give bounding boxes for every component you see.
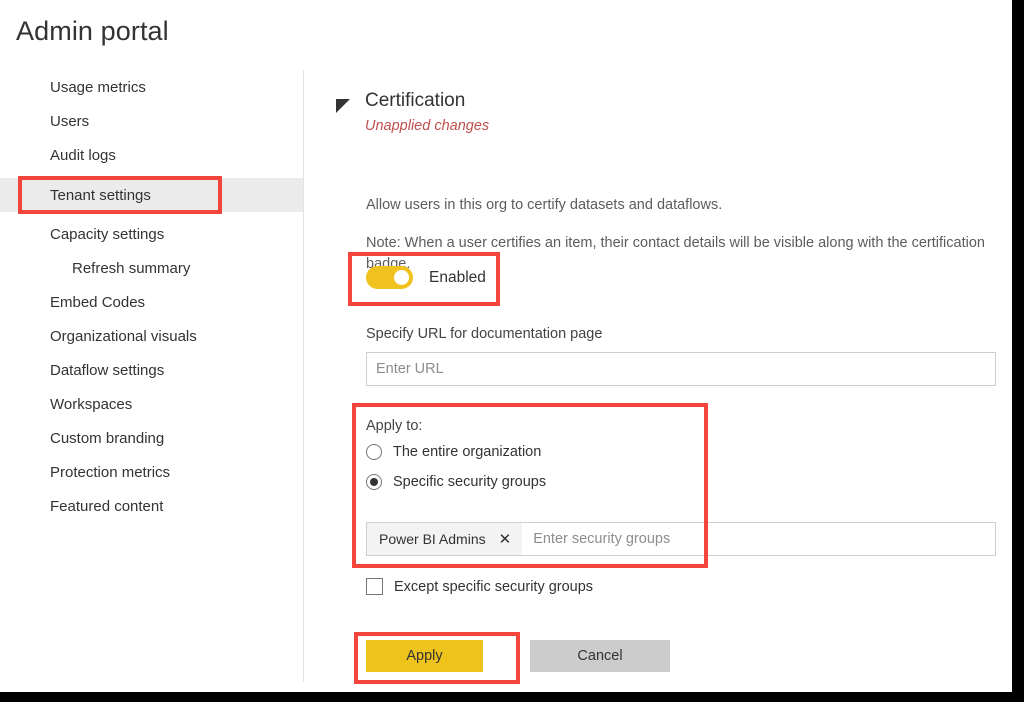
sidebar-item-label: Organizational visuals (50, 327, 197, 345)
security-group-token-label: Power BI Admins (379, 531, 486, 547)
sidebar-item-label: Users (50, 112, 90, 130)
setting-detail-panel: Certification Unapplied changes Allow us… (304, 70, 1012, 682)
sidebar-item-workspaces[interactable]: Workspaces (0, 387, 304, 421)
sidebar-item-label: Workspaces (50, 395, 133, 413)
checkbox-unchecked-icon[interactable] (366, 578, 383, 595)
sidebar-item-label: Tenant settings (50, 186, 151, 204)
radio-circle-selected-icon[interactable] (366, 474, 382, 490)
setting-header[interactable]: Certification Unapplied changes (336, 90, 489, 137)
admin-portal-page: Admin portal Usage metrics Users Audit l… (0, 0, 1024, 702)
triangle-expanded-icon[interactable] (336, 99, 350, 113)
apply-to-label: Apply to: (366, 418, 423, 434)
sidebar-item-featured-content[interactable]: Featured content (0, 489, 304, 523)
sidebar-item-capacity-settings[interactable]: Capacity settings (0, 217, 304, 251)
radio-circle-icon[interactable] (366, 444, 382, 460)
sidebar-item-refresh-summary[interactable]: Refresh summary (0, 251, 304, 285)
unapplied-changes-status: Unapplied changes (365, 118, 490, 134)
sidebar-item-label: Refresh summary (72, 259, 191, 277)
close-icon[interactable]: ✕ (499, 532, 512, 547)
radio-entire-organization[interactable]: The entire organization (366, 444, 541, 460)
sidebar-item-label: Audit logs (50, 146, 116, 164)
sidebar-item-label: Featured content (50, 497, 164, 515)
except-security-groups-label: Except specific security groups (394, 578, 594, 595)
enabled-toggle[interactable] (366, 266, 413, 289)
sidebar-item-organizational-visuals[interactable]: Organizational visuals (0, 319, 304, 353)
sidebar-item-tenant-settings[interactable]: Tenant settings (0, 178, 304, 212)
apply-button[interactable]: Apply (366, 640, 483, 672)
url-field-label: Specify URL for documentation page (366, 326, 603, 342)
security-groups-picker[interactable]: Power BI Admins ✕ Enter security groups (366, 522, 996, 556)
enabled-toggle-row[interactable]: Enabled (366, 266, 486, 289)
sidebar-item-protection-metrics[interactable]: Protection metrics (0, 455, 304, 489)
toggle-knob-icon (394, 270, 409, 285)
sidebar-item-custom-branding[interactable]: Custom branding (0, 421, 304, 455)
sidebar-item-audit-logs[interactable]: Audit logs (0, 138, 304, 172)
setting-title: Certification (365, 90, 466, 111)
cancel-button[interactable]: Cancel (530, 640, 670, 672)
enabled-toggle-label: Enabled (429, 268, 486, 286)
sidebar-item-label: Dataflow settings (50, 361, 165, 379)
sidebar-item-label: Embed Codes (50, 293, 146, 311)
except-security-groups-row[interactable]: Except specific security groups (366, 578, 593, 595)
sidebar-item-users[interactable]: Users (0, 104, 304, 138)
sidebar-item-embed-codes[interactable]: Embed Codes (0, 285, 304, 319)
sidebar-item-label: Custom branding (50, 429, 165, 447)
security-groups-placeholder[interactable]: Enter security groups (533, 531, 670, 547)
radio-label: Specific security groups (393, 474, 547, 490)
security-group-token[interactable]: Power BI Admins ✕ (367, 523, 523, 555)
sidebar-item-label: Usage metrics (50, 78, 146, 96)
sidebar-item-label: Protection metrics (50, 463, 171, 481)
sidebar-nav: Usage metrics Users Audit logs Tenant se… (0, 70, 304, 680)
radio-specific-security-groups[interactable]: Specific security groups (366, 474, 546, 490)
sidebar-item-usage-metrics[interactable]: Usage metrics (0, 70, 304, 104)
documentation-url-input[interactable] (366, 352, 996, 386)
sidebar-item-dataflow-settings[interactable]: Dataflow settings (0, 353, 304, 387)
setting-description-primary: Allow users in this org to certify datas… (366, 197, 723, 213)
radio-label: The entire organization (393, 444, 542, 460)
page-title: Admin portal (16, 16, 169, 46)
sidebar-item-label: Capacity settings (50, 225, 165, 243)
